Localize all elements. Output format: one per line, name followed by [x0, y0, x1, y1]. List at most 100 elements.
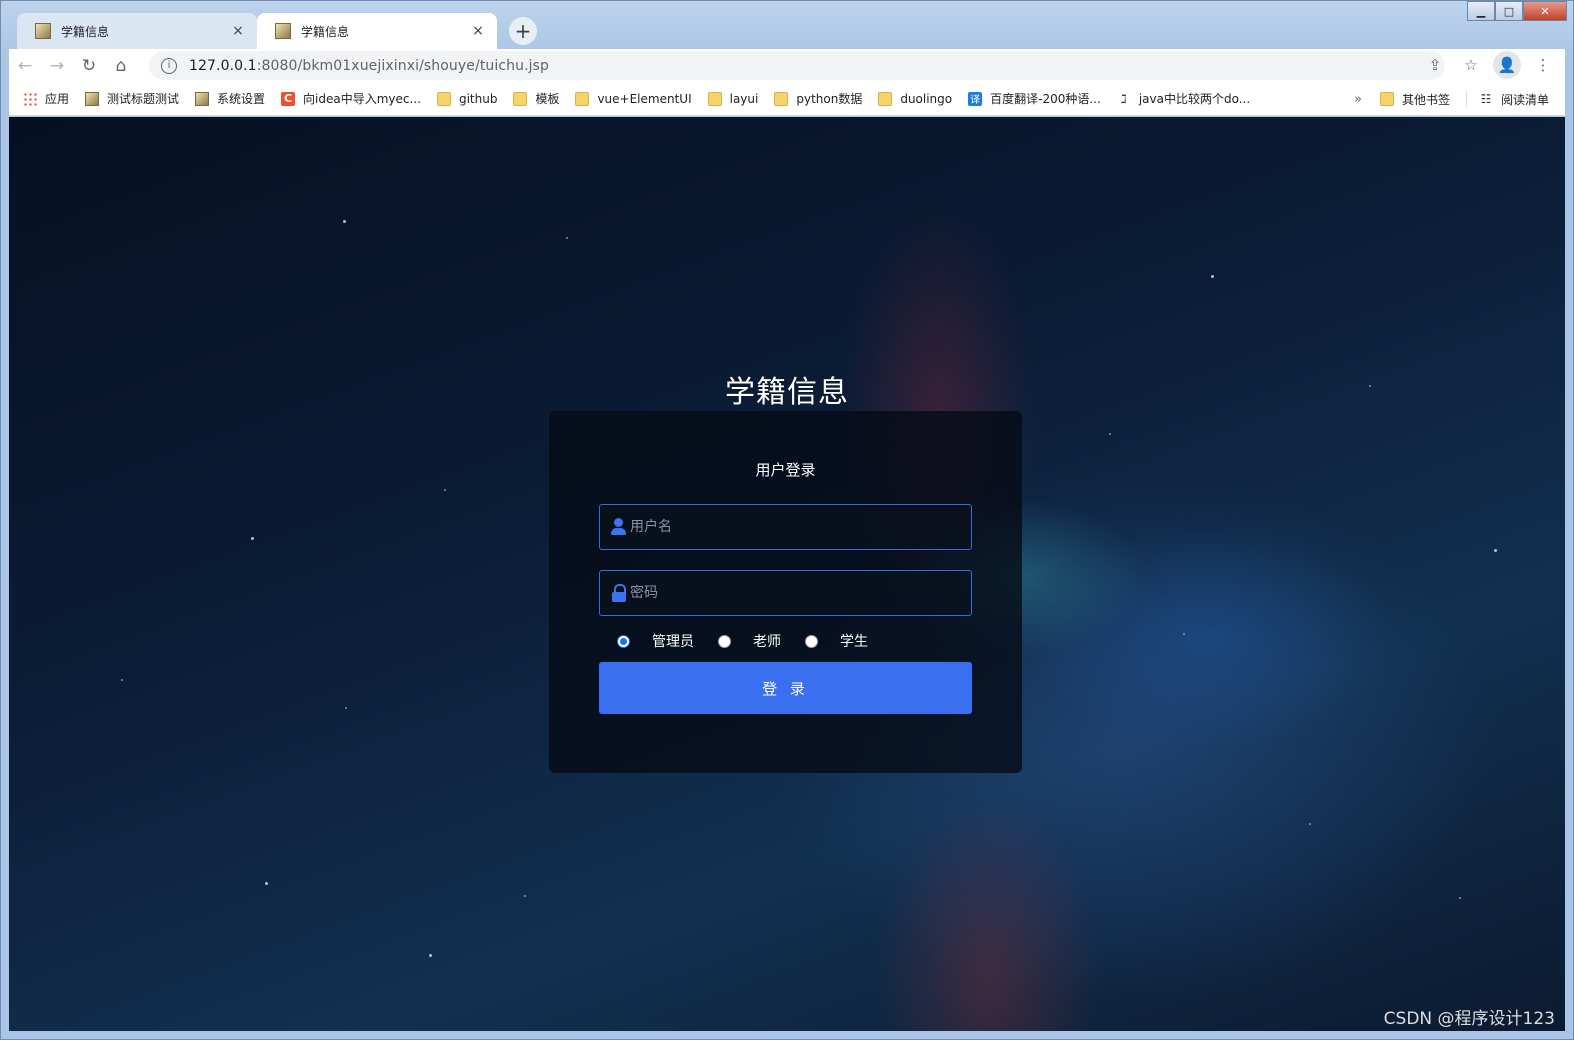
bookmark-label: layui	[729, 91, 759, 106]
login-button[interactable]: 登 录	[599, 662, 972, 714]
tab-title: 学籍信息	[301, 24, 350, 39]
bookmark-label: 向idea中导入myec...	[303, 92, 421, 106]
tab-close-icon[interactable]: ×	[469, 23, 487, 39]
bookmark-label: 测试标题测试	[107, 92, 180, 106]
radio-button[interactable]	[617, 634, 630, 648]
bookmarks-right: » 其他书签 ☷ 阅读清单	[1348, 82, 1565, 115]
password-field[interactable]	[599, 570, 972, 616]
star-decoration	[566, 237, 568, 239]
star-decoration	[1109, 433, 1111, 435]
login-card: 用户登录 管理员 老师 学生	[549, 411, 1022, 773]
reload-icon[interactable]: ↻	[73, 52, 105, 80]
image-icon	[85, 91, 100, 106]
bookmark-item[interactable]: 系统设置	[195, 90, 265, 107]
share-icon[interactable]: ⇪	[1421, 51, 1449, 79]
other-bookmarks[interactable]: 其他书签	[1379, 91, 1450, 108]
bookmark-label: 应用	[45, 92, 70, 106]
toolbar-right: ⇪ ☆ 👤 ⋮	[1421, 51, 1557, 79]
star-decoration	[1211, 275, 1214, 278]
star-decoration	[1494, 549, 1497, 552]
bookmark-item[interactable]: 译百度翻译-200种语...	[968, 90, 1101, 107]
folder-icon	[878, 91, 893, 106]
url-host: 127.0.0.1	[189, 57, 257, 74]
forward-icon[interactable]: →	[41, 52, 73, 80]
bookmark-apps[interactable]: 应用	[23, 90, 69, 107]
star-decoration	[429, 954, 432, 957]
radio-button[interactable]	[805, 634, 818, 648]
favicon-icon	[35, 23, 51, 39]
folder-icon	[1379, 92, 1394, 106]
folder-icon	[575, 91, 590, 106]
bookmark-label: 阅读清单	[1500, 92, 1549, 107]
folder-icon	[774, 91, 789, 106]
bookmark-folder[interactable]: github	[436, 91, 497, 106]
user-icon	[610, 518, 628, 536]
tab-2[interactable]: 学籍信息 ×	[257, 13, 497, 49]
tab-title: 学籍信息	[61, 24, 110, 39]
bookmark-folder[interactable]: vue+ElementUI	[575, 91, 692, 106]
home-icon[interactable]: ⌂	[105, 52, 137, 80]
role-selector: 管理员 老师 学生	[617, 631, 892, 651]
bookmarks-bar: 应用 测试标题测试 系统设置 C 向idea中导入myec... github 模…	[9, 82, 1565, 116]
bookmark-folder[interactable]: 模板	[513, 90, 559, 107]
new-tab-button[interactable]: +	[509, 17, 537, 45]
favicon-icon	[275, 23, 291, 39]
divider	[1465, 91, 1467, 107]
watermark: CSDN @程序设计123	[1383, 1009, 1555, 1029]
star-decoration	[444, 489, 446, 491]
bookmark-folder[interactable]: layui	[707, 91, 759, 106]
role-label: 学生	[840, 634, 868, 650]
star-decoration	[251, 537, 254, 540]
folder-icon	[707, 91, 722, 106]
role-option-student[interactable]: 学生	[805, 631, 868, 651]
bookmark-item[interactable]: C 向idea中导入myec...	[281, 90, 421, 107]
radio-button[interactable]	[718, 634, 731, 648]
maximize-icon[interactable]: □	[1495, 1, 1523, 21]
bookmark-label: 系统设置	[217, 92, 266, 106]
username-field[interactable]	[599, 504, 972, 550]
tab-close-icon[interactable]: ×	[229, 23, 247, 39]
tab-strip: 学籍信息 × 学籍信息 × +	[9, 1, 1573, 49]
reading-list[interactable]: ☷ 阅读清单	[1479, 91, 1549, 108]
star-icon[interactable]: ☆	[1457, 51, 1485, 79]
star-decoration	[1459, 897, 1461, 899]
url-path: :8080/bkm01xuejixinxi/shouye/tuichu.jsp	[256, 57, 550, 74]
folder-icon	[513, 91, 528, 106]
bookmark-label: 其他书签	[1401, 92, 1450, 107]
username-input[interactable]	[630, 505, 971, 549]
more-bookmarks-icon[interactable]: »	[1354, 92, 1362, 107]
bookmark-folder[interactable]: python数据	[774, 90, 862, 107]
bookmark-label: python数据	[796, 92, 863, 106]
tab-1[interactable]: 学籍信息 ×	[17, 13, 257, 49]
password-input[interactable]	[630, 571, 971, 615]
window-controls: ▁ □ ✕	[1467, 1, 1567, 21]
bookmark-label: duolingo	[900, 91, 953, 106]
csdn-icon: C	[281, 91, 296, 106]
bookmark-folder[interactable]: duolingo	[878, 91, 953, 106]
star-decoration	[1183, 633, 1185, 635]
address-bar[interactable]: i 127.0.0.1:8080/bkm01xuejixinxi/shouye/…	[149, 51, 1445, 80]
bookmark-item[interactable]: 测试标题测试	[85, 90, 179, 107]
role-label: 管理员	[652, 634, 694, 650]
browser-window: 学籍信息 × 学籍信息 × + ▁ □ ✕ ← → ↻ ⌂ i 127.0.0.…	[0, 0, 1574, 1040]
menu-icon[interactable]: ⋮	[1529, 51, 1557, 79]
close-window-icon[interactable]: ✕	[1523, 1, 1567, 21]
star-decoration	[343, 220, 346, 223]
star-decoration	[345, 707, 347, 709]
back-icon[interactable]: ←	[9, 52, 41, 80]
reading-list-icon: ☷	[1480, 92, 1492, 106]
profile-avatar-icon[interactable]: 👤	[1493, 51, 1521, 79]
site-info-icon[interactable]: i	[161, 57, 177, 74]
minimize-icon[interactable]: ▁	[1467, 1, 1495, 21]
page-title: 学籍信息	[725, 375, 849, 410]
java-icon: ℷ	[1121, 91, 1127, 106]
role-label: 老师	[753, 634, 781, 650]
bookmark-label: vue+ElementUI	[597, 91, 692, 106]
role-option-teacher[interactable]: 老师	[718, 631, 781, 651]
folder-icon	[436, 91, 451, 106]
translate-icon: 译	[968, 91, 983, 106]
card-title: 用户登录	[755, 461, 816, 479]
browser-toolbar: ← → ↻ ⌂ i 127.0.0.1:8080/bkm01xuejixinxi…	[9, 49, 1565, 82]
bookmark-item[interactable]: ℷ java中比较两个do...	[1117, 90, 1250, 107]
role-option-admin[interactable]: 管理员	[617, 631, 694, 651]
